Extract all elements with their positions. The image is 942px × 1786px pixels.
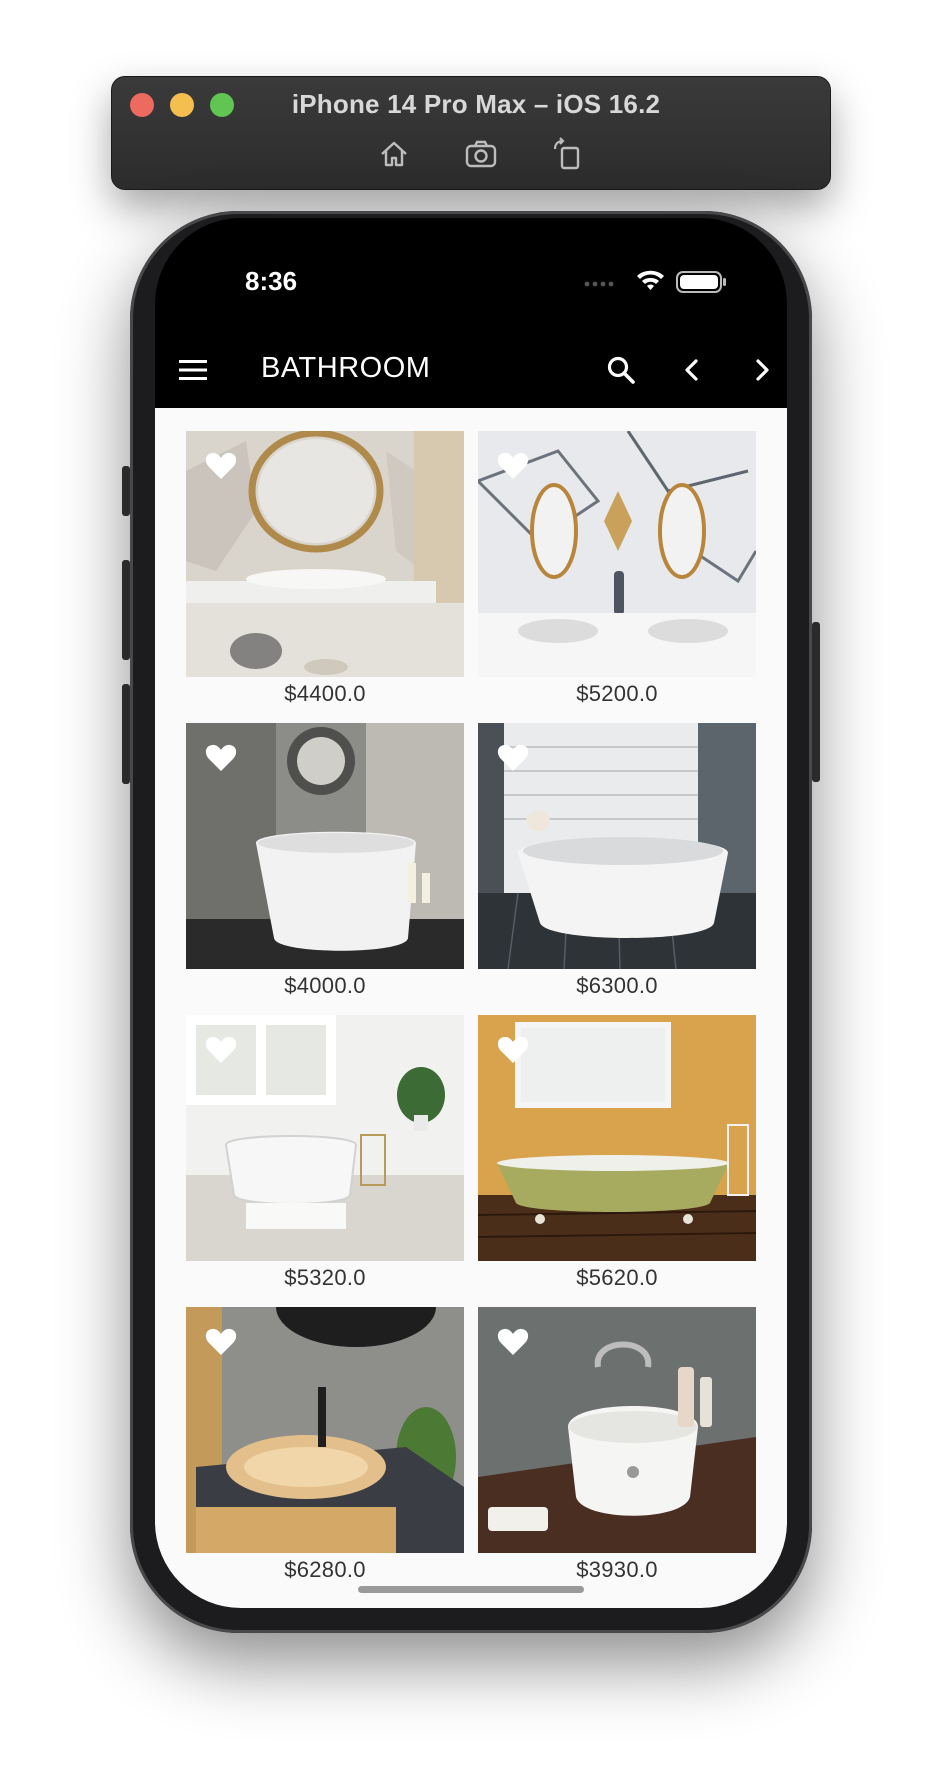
- heart-icon[interactable]: [496, 1033, 530, 1067]
- mute-switch: [122, 466, 130, 516]
- product-card[interactable]: $4000.0: [186, 723, 464, 999]
- chevron-right-icon[interactable]: [742, 350, 782, 390]
- product-image[interactable]: [478, 431, 756, 677]
- product-card[interactable]: $6300.0: [478, 723, 756, 999]
- volume-up-button: [122, 560, 130, 660]
- heart-icon[interactable]: [496, 449, 530, 483]
- product-image[interactable]: [478, 1015, 756, 1261]
- product-price: $6280.0: [284, 1557, 366, 1582]
- product-card[interactable]: $5200.0: [478, 431, 756, 707]
- product-price: $5200.0: [576, 681, 658, 706]
- heart-icon[interactable]: [496, 741, 530, 775]
- product-price: $6300.0: [576, 973, 658, 998]
- heart-icon[interactable]: [204, 449, 238, 483]
- cellular-dots-icon: [584, 281, 614, 287]
- product-image[interactable]: [478, 1307, 756, 1553]
- product-image[interactable]: [478, 723, 756, 969]
- product-image[interactable]: [186, 1307, 464, 1553]
- battery-icon: [676, 271, 726, 293]
- menu-icon[interactable]: [175, 352, 211, 388]
- chevron-left-icon[interactable]: [672, 350, 712, 390]
- heart-icon[interactable]: [204, 741, 238, 775]
- product-image[interactable]: [186, 431, 464, 677]
- wifi-icon: [637, 270, 664, 290]
- simulator-toolbar: iPhone 14 Pro Max – iOS 16.2: [111, 76, 831, 190]
- status-bar: 8:36: [155, 218, 787, 318]
- product-card[interactable]: $6280.0: [186, 1307, 464, 1583]
- app-bar: BATHROOM: [155, 332, 787, 408]
- product-image[interactable]: [186, 723, 464, 969]
- product-price: $4400.0: [284, 681, 366, 706]
- product-price: $3930.0: [576, 1557, 658, 1582]
- power-button: [812, 622, 820, 782]
- product-card[interactable]: $5620.0: [478, 1015, 756, 1291]
- screenshot-icon[interactable]: [464, 137, 498, 171]
- heart-icon[interactable]: [204, 1033, 238, 1067]
- page-title: BATHROOM: [261, 352, 431, 384]
- product-price: $4000.0: [284, 973, 366, 998]
- home-indicator[interactable]: [358, 1586, 584, 1593]
- product-image[interactable]: [186, 1015, 464, 1261]
- status-icons: [584, 270, 726, 293]
- home-icon[interactable]: [377, 137, 411, 171]
- product-card[interactable]: $4400.0: [186, 431, 464, 707]
- heart-icon[interactable]: [204, 1325, 238, 1359]
- product-card[interactable]: $3930.0: [478, 1307, 756, 1583]
- phone-screen: 8:36 BATHROOM $4400.0 $5200.0 $4000.0 $6…: [155, 218, 787, 1608]
- volume-down-button: [122, 684, 130, 784]
- search-icon[interactable]: [601, 350, 641, 390]
- heart-icon[interactable]: [496, 1325, 530, 1359]
- rotate-icon[interactable]: [550, 137, 584, 171]
- product-card[interactable]: $5320.0: [186, 1015, 464, 1291]
- status-time: 8:36: [245, 266, 298, 296]
- simulator-title: iPhone 14 Pro Max – iOS 16.2: [291, 89, 661, 119]
- product-grid: $4400.0 $5200.0 $4000.0 $6300.0 $5320.0 …: [155, 408, 787, 1608]
- product-price: $5320.0: [284, 1265, 366, 1290]
- product-price: $5620.0: [576, 1265, 658, 1290]
